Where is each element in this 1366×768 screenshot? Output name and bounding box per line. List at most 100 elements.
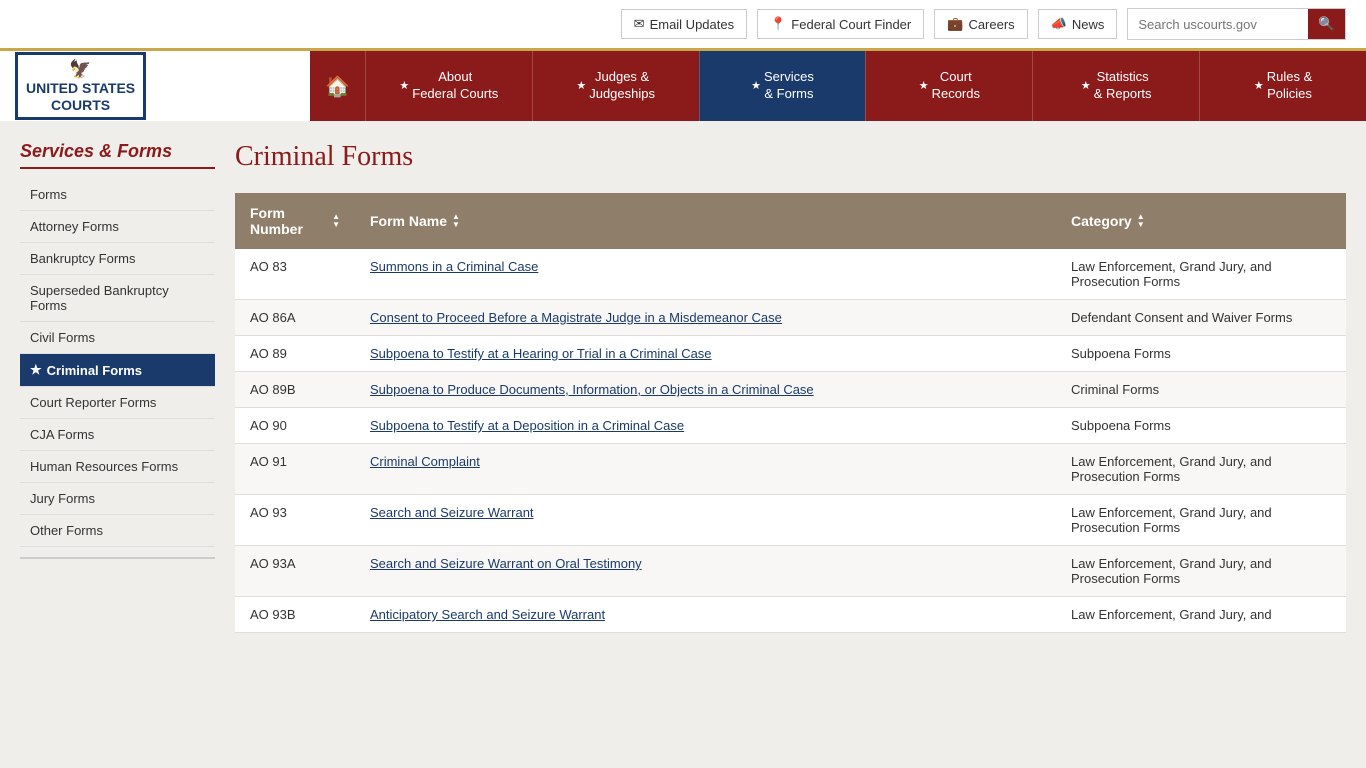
nav-item-services[interactable]: ★ Services& Forms xyxy=(699,51,866,121)
logo: 🦅 UNITED STATES COURTS xyxy=(15,52,146,121)
sidebar-item-attorney-forms: Attorney Forms xyxy=(20,211,215,243)
col-header-name[interactable]: Form Name ▲ ▼ xyxy=(355,193,1056,249)
logo-text: UNITED STATES COURTS xyxy=(26,80,135,114)
sidebar-item-bankruptcy-forms: Bankruptcy Forms xyxy=(20,243,215,275)
star-icon: ★ xyxy=(1254,79,1264,93)
cell-form-name: Anticipatory Search and Seizure Warrant xyxy=(355,597,1056,633)
sidebar-item-cja-forms: CJA Forms xyxy=(20,419,215,451)
nav-about-label: AboutFederal Courts xyxy=(412,69,498,103)
federal-court-finder-label: Federal Court Finder xyxy=(791,17,911,32)
sidebar-link-cja-forms[interactable]: CJA Forms xyxy=(20,419,215,450)
col-header-number[interactable]: Form Number ▲ ▼ xyxy=(235,193,355,249)
nav-rules-label: Rules &Policies xyxy=(1267,69,1313,103)
active-star-icon: ★ xyxy=(30,362,42,378)
col-header-category[interactable]: Category ▲ ▼ xyxy=(1056,193,1346,249)
sidebar-link-other-forms[interactable]: Other Forms xyxy=(20,515,215,546)
table-row: AO 93A Search and Seizure Warrant on Oral… xyxy=(235,546,1346,597)
star-icon: ★ xyxy=(576,79,586,93)
sidebar: Services & Forms Forms Attorney Forms Ba… xyxy=(20,141,215,633)
sidebar-item-superseded-bankruptcy: Superseded Bankruptcy Forms xyxy=(20,275,215,322)
nav-statistics-label: Statistics& Reports xyxy=(1094,69,1152,103)
cell-category: Law Enforcement, Grand Jury, and Prosecu… xyxy=(1056,249,1346,300)
megaphone-icon: 📣 xyxy=(1051,16,1067,32)
form-name-link[interactable]: Anticipatory Search and Seizure Warrant xyxy=(370,607,605,622)
form-name-link[interactable]: Criminal Complaint xyxy=(370,454,480,469)
cell-form-name: Subpoena to Testify at a Hearing or Tria… xyxy=(355,336,1056,372)
star-icon: ★ xyxy=(399,79,409,93)
cell-form-number: AO 90 xyxy=(235,408,355,444)
sort-icons-name: ▲ ▼ xyxy=(452,213,460,229)
cell-form-number: AO 93A xyxy=(235,546,355,597)
table-body: AO 83Summons in a Criminal CaseLaw Enfor… xyxy=(235,249,1346,633)
table-row: AO 83Summons in a Criminal CaseLaw Enfor… xyxy=(235,249,1346,300)
cell-form-name: Criminal Complaint xyxy=(355,444,1056,495)
sidebar-link-civil-forms[interactable]: Civil Forms xyxy=(20,322,215,353)
content-wrapper: Services & Forms Forms Attorney Forms Ba… xyxy=(0,121,1366,653)
sidebar-link-attorney-forms[interactable]: Attorney Forms xyxy=(20,211,215,242)
nav-item-court-records[interactable]: ★ CourtRecords xyxy=(865,51,1032,121)
cell-form-number: AO 89B xyxy=(235,372,355,408)
sidebar-item-court-reporter: Court Reporter Forms xyxy=(20,387,215,419)
table-row: AO 86AConsent to Proceed Before a Magist… xyxy=(235,300,1346,336)
cell-form-name: Subpoena to Testify at a Deposition in a… xyxy=(355,408,1056,444)
form-name-link[interactable]: Search and Seizure Warrant xyxy=(370,505,534,520)
form-name-link[interactable]: Search and Seizure Warrant on Oral Testi… xyxy=(370,556,642,571)
site-header: 🦅 UNITED STATES COURTS 🏠 ★ AboutFederal … xyxy=(0,51,1366,121)
table-header-row: Form Number ▲ ▼ Form Name ▲ ▼ xyxy=(235,193,1346,249)
news-button[interactable]: 📣 News xyxy=(1038,9,1118,39)
cell-category: Subpoena Forms xyxy=(1056,408,1346,444)
sidebar-link-court-reporter[interactable]: Court Reporter Forms xyxy=(20,387,215,418)
form-name-link[interactable]: Subpoena to Testify at a Hearing or Tria… xyxy=(370,346,712,361)
cell-category: Law Enforcement, Grand Jury, and Prosecu… xyxy=(1056,444,1346,495)
form-name-link[interactable]: Summons in a Criminal Case xyxy=(370,259,538,274)
cell-form-name: Consent to Proceed Before a Magistrate J… xyxy=(355,300,1056,336)
email-updates-label: Email Updates xyxy=(650,17,735,32)
cell-form-number: AO 93B xyxy=(235,597,355,633)
sort-desc-icon: ▼ xyxy=(452,221,460,229)
nav-item-rules[interactable]: ★ Rules &Policies xyxy=(1199,51,1366,121)
sidebar-divider xyxy=(20,557,215,559)
sidebar-link-jury-forms[interactable]: Jury Forms xyxy=(20,483,215,514)
form-name-link[interactable]: Consent to Proceed Before a Magistrate J… xyxy=(370,310,782,325)
careers-button[interactable]: 💼 Careers xyxy=(934,9,1027,39)
cell-category: Law Enforcement, Grand Jury, and Prosecu… xyxy=(1056,495,1346,546)
sort-icons-number: ▲ ▼ xyxy=(332,213,340,229)
nav-item-about[interactable]: ★ AboutFederal Courts xyxy=(365,51,532,121)
sidebar-link-criminal-forms[interactable]: ★ Criminal Forms xyxy=(20,354,215,386)
eagle-icon: 🦅 xyxy=(69,59,91,80)
page-title: Criminal Forms xyxy=(235,141,1346,173)
sidebar-title: Services & Forms xyxy=(20,141,215,169)
table-row: AO 90 Subpoena to Testify at a Deposition… xyxy=(235,408,1346,444)
search-input[interactable] xyxy=(1128,11,1308,38)
federal-court-finder-button[interactable]: 📍 Federal Court Finder xyxy=(757,9,924,39)
nav-judges-label: Judges &Judgeships xyxy=(589,69,655,103)
cell-form-name: Subpoena to Produce Documents, Informati… xyxy=(355,372,1056,408)
sidebar-item-forms: Forms xyxy=(20,179,215,211)
nav-services-label: Services& Forms xyxy=(764,69,814,103)
cell-category: Law Enforcement, Grand Jury, and xyxy=(1056,597,1346,633)
careers-label: Careers xyxy=(968,17,1014,32)
star-icon: ★ xyxy=(1081,79,1091,93)
sidebar-link-forms[interactable]: Forms xyxy=(20,179,215,210)
cell-category: Law Enforcement, Grand Jury, and Prosecu… xyxy=(1056,546,1346,597)
sidebar-link-superseded-bankruptcy[interactable]: Superseded Bankruptcy Forms xyxy=(20,275,215,321)
search-button[interactable]: 🔍 xyxy=(1308,9,1345,39)
briefcase-icon: 💼 xyxy=(947,16,963,32)
star-icon: ★ xyxy=(919,79,929,93)
table-row: AO 91Criminal ComplaintLaw Enforcement, … xyxy=(235,444,1346,495)
location-icon: 📍 xyxy=(770,16,786,32)
sidebar-link-bankruptcy-forms[interactable]: Bankruptcy Forms xyxy=(20,243,215,274)
sidebar-item-human-resources: Human Resources Forms xyxy=(20,451,215,483)
email-updates-button[interactable]: ✉ Email Updates xyxy=(621,9,747,39)
logo-area: 🦅 UNITED STATES COURTS xyxy=(0,51,310,121)
form-name-link[interactable]: Subpoena to Produce Documents, Informati… xyxy=(370,382,814,397)
nav-item-statistics[interactable]: ★ Statistics& Reports xyxy=(1032,51,1199,121)
main-content: Criminal Forms Form Number ▲ ▼ xyxy=(235,141,1346,633)
table-row: AO 89Subpoena to Testify at a Hearing or… xyxy=(235,336,1346,372)
nav-home-button[interactable]: 🏠 xyxy=(310,51,365,121)
nav-item-judges[interactable]: ★ Judges &Judgeships xyxy=(532,51,699,121)
sidebar-link-human-resources[interactable]: Human Resources Forms xyxy=(20,451,215,482)
form-name-link[interactable]: Subpoena to Testify at a Deposition in a… xyxy=(370,418,684,433)
nav-court-records-label: CourtRecords xyxy=(932,69,980,103)
table-row: AO 93Search and Seizure WarrantLaw Enfor… xyxy=(235,495,1346,546)
